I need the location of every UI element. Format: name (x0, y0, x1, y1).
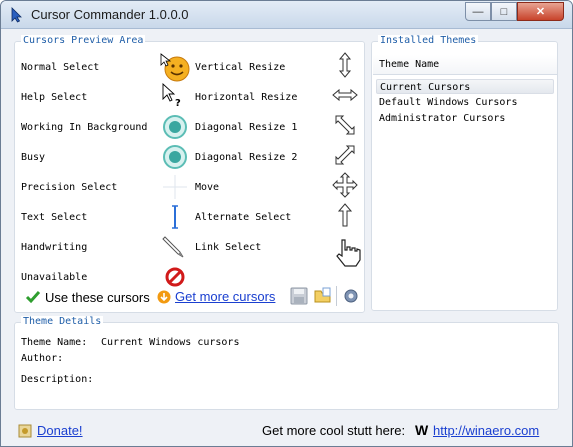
unavailable-cursor-icon[interactable] (161, 264, 189, 290)
label-diagonal-resize-1: Diagonal Resize 1 (195, 122, 298, 133)
donate-icon (18, 424, 32, 437)
floppy-disk-icon (290, 287, 308, 305)
theme-list-item[interactable]: Administrator Cursors (376, 111, 554, 126)
minimize-button[interactable]: — (465, 2, 491, 21)
label-diagonal-resize-2: Diagonal Resize 2 (195, 152, 298, 163)
app-cursor-icon (11, 7, 22, 23)
save-theme-button[interactable] (289, 286, 309, 306)
check-icon (25, 291, 41, 304)
label-working-background: Working In Background (21, 122, 148, 133)
status-bar: Donate! Get more cool stutt here: W http… (2, 416, 572, 446)
app-window: Cursor Commander 1.0.0.0 — □ ✕ Cursors P… (0, 0, 573, 447)
maximize-button[interactable]: □ (491, 2, 517, 21)
theme-name-label: Theme Name: (21, 337, 88, 348)
get-more-cursors-label: Get more cursors (175, 289, 276, 304)
promo-text: Get more cool stutt here: (262, 423, 406, 438)
get-more-cursors-link[interactable]: Get more cursors (157, 289, 275, 304)
theme-list-item[interactable]: Current Cursors (376, 79, 554, 94)
label-horizontal-resize: Horizontal Resize (195, 92, 298, 103)
label-text-select: Text Select (21, 212, 88, 223)
working-background-cursor-icon[interactable] (161, 114, 189, 140)
svg-text:?: ? (175, 98, 181, 108)
winaero-link[interactable]: http://winaero.com (433, 423, 539, 438)
label-alternate-select: Alternate Select (195, 212, 292, 223)
theme-name-value: Current Windows cursors (101, 337, 240, 348)
label-move: Move (195, 182, 220, 193)
theme-name-header-label: Theme Name (379, 59, 440, 70)
theme-name-column-header[interactable]: Theme Name (373, 55, 557, 75)
window-title: Cursor Commander 1.0.0.0 (31, 7, 189, 22)
open-theme-button[interactable] (313, 286, 333, 306)
use-these-cursors-label: Use these cursors (45, 289, 150, 305)
donate-label: Donate! (37, 423, 83, 438)
diagonal-resize-2-cursor-icon[interactable] (331, 142, 359, 168)
label-precision-select: Precision Select (21, 182, 118, 193)
vertical-resize-cursor-icon[interactable] (331, 52, 359, 78)
label-vertical-resize: Vertical Resize (195, 62, 286, 73)
label-busy: Busy (21, 152, 46, 163)
theme-list-item[interactable]: Default Windows Cursors (376, 95, 554, 110)
alternate-select-cursor-icon[interactable] (331, 202, 359, 228)
theme-details-group: Theme Details Theme Name: Current Window… (14, 316, 559, 410)
client-area: Cursors Preview Area Normal Select Help … (2, 30, 572, 446)
folder-open-icon (314, 287, 331, 303)
title-bar[interactable]: Cursor Commander 1.0.0.0 — □ ✕ (1, 1, 572, 29)
description-label: Description: (21, 374, 94, 385)
help-select-cursor-icon[interactable]: ? (159, 82, 187, 108)
close-button[interactable]: ✕ (517, 2, 564, 21)
author-label: Author: (21, 353, 64, 364)
normal-select-cursor-icon[interactable] (159, 52, 191, 84)
cursors-preview-group: Cursors Preview Area Normal Select Help … (14, 35, 365, 313)
installed-themes-title: Installed Themes (378, 35, 479, 46)
text-select-cursor-icon[interactable] (161, 204, 189, 230)
precision-select-cursor-icon[interactable] (161, 174, 189, 200)
gear-icon (344, 289, 358, 303)
installed-themes-group: Installed Themes Theme Name Current Curs… (371, 35, 558, 311)
donate-link[interactable]: Donate! (18, 423, 83, 438)
toolbar-divider (336, 286, 337, 306)
link-select-cursor-icon[interactable] (333, 238, 363, 268)
move-cursor-icon[interactable] (331, 172, 359, 198)
label-link-select: Link Select (195, 242, 262, 253)
diagonal-resize-1-cursor-icon[interactable] (331, 112, 359, 138)
horizontal-resize-cursor-icon[interactable] (331, 82, 359, 108)
settings-button[interactable] (341, 286, 361, 306)
theme-details-title: Theme Details (21, 316, 104, 327)
label-help-select: Help Select (21, 92, 88, 103)
use-these-cursors-button[interactable]: Use these cursors (25, 289, 150, 305)
label-unavailable: Unavailable (21, 272, 88, 283)
busy-cursor-icon[interactable] (161, 144, 189, 170)
download-icon (157, 290, 171, 303)
label-normal-select: Normal Select (21, 62, 100, 73)
handwriting-cursor-icon[interactable] (161, 234, 189, 260)
label-handwriting: Handwriting (21, 242, 88, 253)
cursors-preview-title: Cursors Preview Area (21, 35, 146, 46)
winaero-logo: W (415, 422, 429, 438)
